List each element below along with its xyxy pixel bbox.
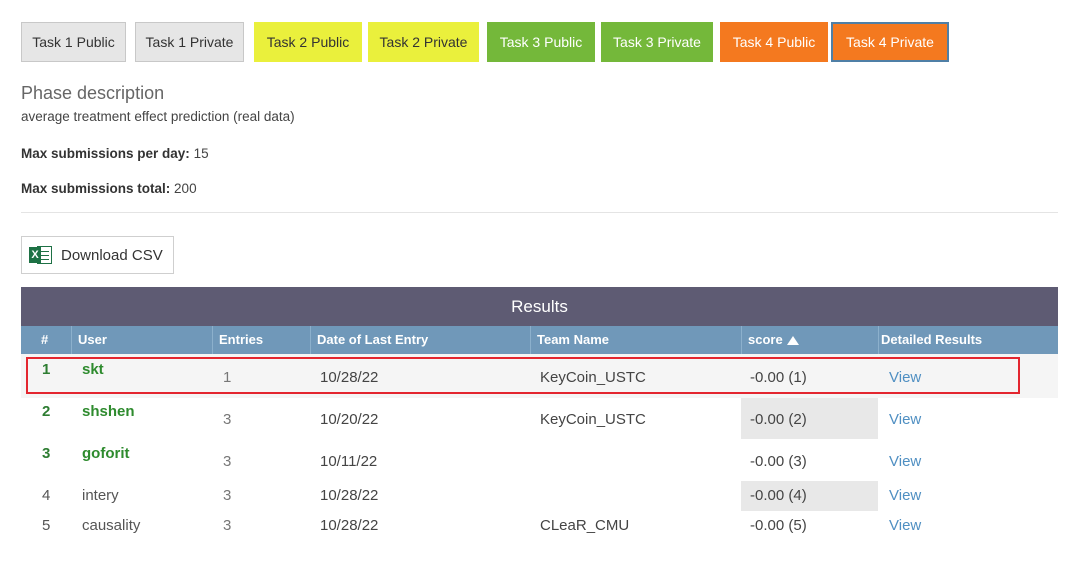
tab-task2-private[interactable]: Task 2 Private: [368, 22, 479, 62]
tab-task1-private[interactable]: Task 1 Private: [135, 22, 244, 62]
column-header-score[interactable]: score: [741, 326, 878, 354]
rank-cell: 3: [42, 445, 51, 462]
date-cell: 10/11/22: [320, 453, 378, 470]
column-header-score-label: score: [748, 332, 783, 347]
tab-task4-private[interactable]: Task 4 Private: [831, 22, 949, 62]
rank-cell: 5: [42, 517, 51, 534]
view-link[interactable]: View: [889, 517, 921, 534]
user-link[interactable]: goforit: [82, 445, 129, 462]
column-header-entries[interactable]: Entries: [212, 326, 310, 354]
date-cell: 10/20/22: [320, 411, 379, 428]
tab-task2-public[interactable]: Task 2 Public: [254, 22, 362, 62]
user-link[interactable]: causality: [82, 517, 140, 534]
view-link[interactable]: View: [889, 369, 921, 386]
table-row: 2 shshen 3 10/20/22 KeyCoin_USTC -0.00 (…: [21, 398, 1058, 439]
entries-cell: 3: [223, 411, 232, 428]
user-link[interactable]: intery: [82, 487, 119, 504]
entries-cell: 3: [223, 517, 232, 534]
phase-description: average treatment effect prediction (rea…: [21, 109, 295, 124]
download-csv-button[interactable]: X Download CSV: [21, 236, 174, 274]
column-header-details[interactable]: Detailed Results: [878, 326, 1058, 354]
max-total: Max submissions total: 200: [21, 181, 197, 196]
score-cell: -0.00 (5): [750, 517, 807, 534]
score-cell: -0.00 (2): [750, 411, 807, 428]
entries-cell: 1: [223, 369, 232, 386]
column-header-user[interactable]: User: [71, 326, 212, 354]
max-per-day: Max submissions per day: 15: [21, 146, 209, 161]
table-row: 1 skt 1 10/28/22 KeyCoin_USTC -0.00 (1) …: [21, 354, 1058, 398]
user-link[interactable]: shshen: [82, 403, 135, 420]
entries-cell: 3: [223, 487, 232, 504]
excel-icon: X: [29, 244, 53, 266]
entries-cell: 3: [223, 453, 232, 470]
table-row: 4 intery 3 10/28/22 -0.00 (4) View: [21, 481, 1058, 511]
excel-icon-letter: X: [29, 247, 41, 263]
download-csv-label: Download CSV: [61, 246, 163, 264]
score-cell: -0.00 (4): [750, 487, 807, 504]
rank-cell: 4: [42, 487, 51, 504]
tab-task4-public[interactable]: Task 4 Public: [720, 22, 828, 62]
user-link[interactable]: skt: [82, 361, 104, 378]
score-cell: -0.00 (3): [750, 453, 807, 470]
tab-task1-public[interactable]: Task 1 Public: [21, 22, 126, 62]
date-cell: 10/28/22: [320, 517, 379, 534]
score-cell: -0.00 (1): [750, 369, 807, 386]
team-cell: KeyCoin_USTC: [540, 369, 646, 386]
max-per-day-value: 15: [193, 146, 209, 161]
date-cell: 10/28/22: [320, 369, 379, 386]
table-row: 5 causality 3 10/28/22 CLeaR_CMU -0.00 (…: [21, 511, 1058, 541]
table-row: 3 goforit 3 10/11/22 -0.00 (3) View: [21, 439, 1058, 481]
column-header-team[interactable]: Team Name: [530, 326, 741, 354]
view-link[interactable]: View: [889, 453, 921, 470]
tab-task3-private[interactable]: Task 3 Private: [601, 22, 713, 62]
table-header: # User Entries Date of Last Entry Team N…: [21, 326, 1058, 354]
column-header-date[interactable]: Date of Last Entry: [310, 326, 530, 354]
team-cell: CLeaR_CMU: [540, 517, 630, 534]
date-cell: 10/28/22: [320, 487, 379, 504]
view-link[interactable]: View: [889, 411, 921, 428]
max-per-day-label: Max submissions per day:: [21, 146, 190, 161]
team-cell: KeyCoin_USTC: [540, 411, 646, 428]
results-title: Results: [21, 287, 1058, 326]
sort-ascending-icon: [786, 336, 799, 345]
divider: [21, 212, 1058, 213]
rank-cell: 2: [42, 403, 51, 420]
phase-title: Phase description: [21, 83, 165, 103]
max-total-label: Max submissions total:: [21, 181, 171, 196]
rank-cell: 1: [42, 361, 51, 378]
view-link[interactable]: View: [889, 487, 921, 504]
column-header-rank[interactable]: #: [21, 326, 71, 354]
max-total-value: 200: [174, 181, 197, 196]
tab-task3-public[interactable]: Task 3 Public: [487, 22, 595, 62]
